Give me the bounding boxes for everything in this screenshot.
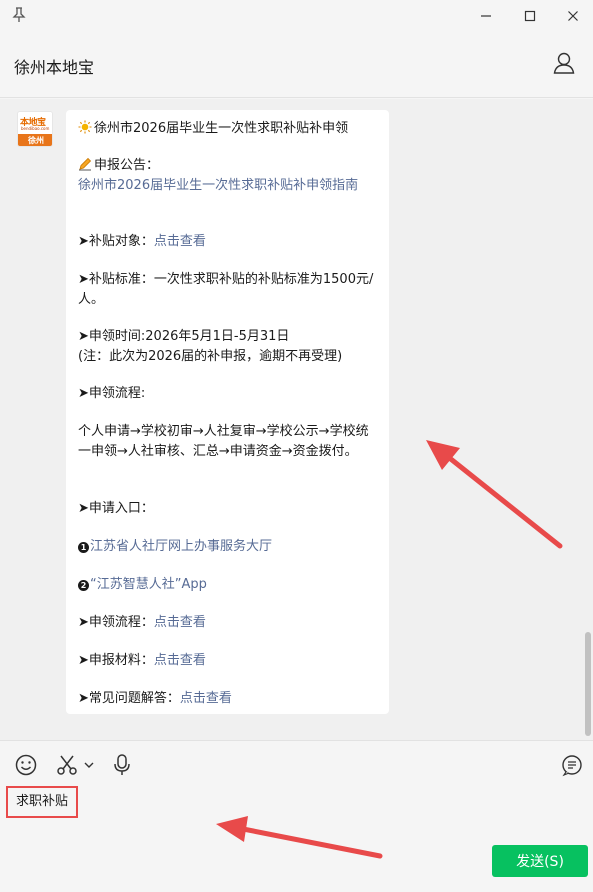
person-icon: [553, 52, 575, 74]
avatar-sub: bendibao.com: [21, 126, 50, 131]
message-input[interactable]: 求职补贴: [6, 786, 78, 818]
minimize-icon: [481, 15, 491, 17]
faq-label: ➤常见问题解答：: [78, 691, 180, 706]
entry-1-link[interactable]: 江苏省人社厅网上办事服务大厅: [90, 539, 272, 554]
message-bubble[interactable]: 徐州市2026届毕业生一次性求职补贴补申领 申报公告： 徐州市2026届毕业生一…: [66, 110, 389, 714]
entry-2-link[interactable]: “江苏智慧人社”App: [90, 577, 207, 592]
chat-history-icon: [562, 755, 582, 777]
target-link[interactable]: 点击查看: [154, 234, 206, 249]
minimize-button[interactable]: [471, 4, 501, 28]
chat-header: 徐州本地宝: [0, 32, 593, 98]
notice-link[interactable]: 徐州市2026届毕业生一次性求职补贴补申领指南: [78, 176, 381, 196]
writing-hand-icon: [78, 157, 92, 171]
send-button[interactable]: 发送(S): [492, 845, 588, 877]
faq-link[interactable]: 点击查看: [180, 691, 232, 706]
materials-line: ➤申报材料：点击查看: [78, 651, 381, 671]
avatar-city: 徐州: [18, 134, 52, 146]
chat-title: 徐州本地宝: [14, 58, 95, 77]
chevron-down-icon: [84, 762, 94, 768]
voice-button[interactable]: [110, 753, 134, 777]
entry-label: ➤申请入口：: [78, 501, 154, 516]
close-icon: [568, 11, 578, 21]
close-button[interactable]: [558, 4, 588, 28]
flow-line: ➤申领流程：点击查看: [78, 613, 381, 633]
maximize-icon: [524, 10, 536, 22]
contact-avatar[interactable]: 本地宝 bendibao.com 徐州: [17, 111, 53, 147]
standard-text: ➤补贴标准：一次性求职补贴的补贴标准为1500元/人。: [78, 272, 374, 307]
screenshot-button[interactable]: [55, 753, 79, 777]
window-titlebar: [0, 0, 593, 32]
entry-1-line: 1 江苏省人社厅网上办事服务大厅: [78, 537, 381, 557]
target-label: ➤补贴对象：: [78, 234, 154, 249]
message-list[interactable]: 本地宝 bendibao.com 徐州 徐州市2026届毕业生一次性求职补贴补申…: [0, 99, 593, 740]
time-note: (注：此次为2026届的补申报，逾期不再受理): [78, 349, 343, 364]
profile-button[interactable]: [551, 50, 577, 76]
chat-history-button[interactable]: [560, 753, 584, 777]
message-title: 徐州市2026届毕业生一次性求职补贴补申领: [94, 121, 349, 136]
message-title-line: 徐州市2026届毕业生一次性求职补贴补申领: [78, 119, 381, 139]
materials-link[interactable]: 点击查看: [154, 653, 206, 668]
number-1-icon: 1: [78, 542, 89, 553]
notice-label: 申报公告：: [94, 158, 160, 173]
input-area: 求职补贴 发送(S): [0, 740, 593, 892]
avatar-logo-area: 本地宝 bendibao.com: [18, 112, 52, 134]
materials-label: ➤申报材料：: [78, 653, 154, 668]
flow-label: ➤申领流程：: [78, 615, 154, 630]
flow-link[interactable]: 点击查看: [154, 615, 206, 630]
screenshot-options-button[interactable]: [83, 753, 95, 777]
time-text: ➤申领时间:2026年5月1日-5月31日: [78, 329, 290, 344]
number-2-icon: 2: [78, 580, 89, 591]
target-line: ➤补贴对象：点击查看: [78, 232, 381, 252]
process-text: 个人申请→学校初审→人社复审→学校公示→学校统一申领→人社审核、汇总→申请资金→…: [78, 424, 369, 459]
microphone-icon: [114, 754, 130, 775]
entry-2-line: 2 “江苏智慧人社”App: [78, 575, 381, 595]
sun-icon: [78, 120, 92, 134]
emoji-icon: [15, 754, 37, 776]
pin-icon[interactable]: [10, 6, 28, 24]
faq-line: ➤常见问题解答：点击查看: [78, 689, 381, 709]
message-scrollbar[interactable]: [585, 632, 591, 736]
scissors-icon: [57, 755, 77, 775]
emoji-button[interactable]: [14, 753, 38, 777]
notice-line: 申报公告：: [78, 156, 381, 176]
maximize-button[interactable]: [515, 4, 545, 28]
process-label: ➤申领流程:: [78, 386, 146, 401]
